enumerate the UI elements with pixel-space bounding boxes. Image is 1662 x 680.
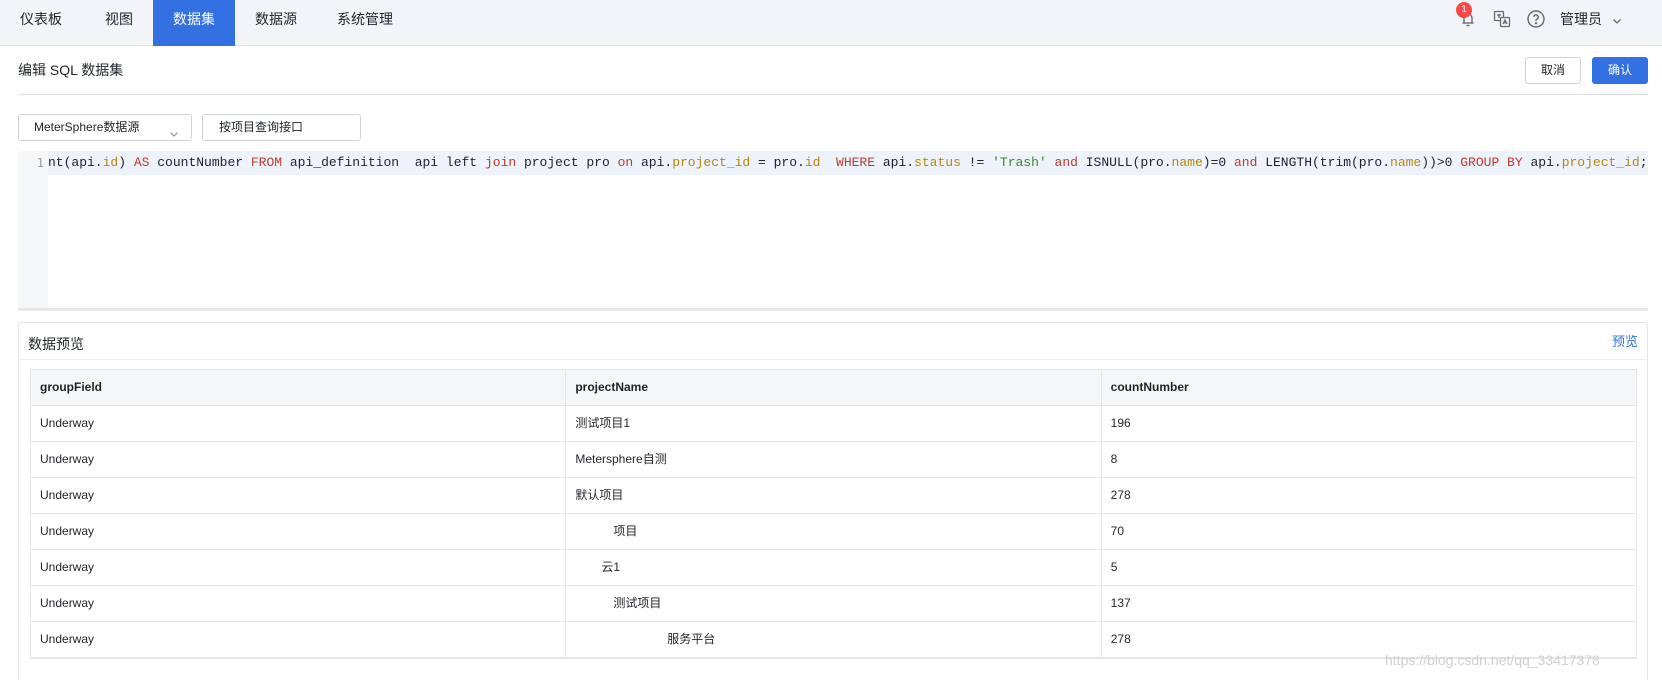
preview-button[interactable]: 预览 <box>1612 331 1638 350</box>
code-token: name <box>1390 155 1422 170</box>
data-preview-panel: 数据预览 预览 groupField projectName countNumb… <box>18 322 1648 680</box>
code-token: and <box>1233 155 1258 170</box>
datasource-select-value: MeterSphere数据源 <box>34 120 140 134</box>
watermark: https://blog.csdn.net/qq_33417378 <box>1385 652 1600 668</box>
table-row: Underway 默认项目 278 <box>31 478 1636 514</box>
code-token: project_id <box>672 155 751 170</box>
code-token: and <box>1054 155 1078 170</box>
table-cell: Underway <box>31 478 567 513</box>
code-token: AS <box>133 155 150 170</box>
table-cell: 137 <box>1110 596 1131 610</box>
table-cell: Underway <box>31 442 567 477</box>
code-token: countNumber <box>149 155 251 170</box>
code-token: join <box>484 155 517 170</box>
code-token: id <box>102 155 119 170</box>
table-row: Underway 测试项目 137 <box>31 586 1636 622</box>
code-token: left <box>445 155 485 170</box>
table-cell: 8 <box>1110 452 1118 466</box>
code-token: LENGTH(trim(pro. <box>1257 155 1391 170</box>
code-token: WHERE <box>836 155 876 170</box>
table-cell: Underway <box>31 586 567 621</box>
nav-tab-view[interactable]: 视图 <box>82 0 156 46</box>
code-token: GROUP BY <box>1460 155 1523 170</box>
table-cell: 服务平台 <box>566 622 1102 657</box>
column-header[interactable]: projectName <box>566 370 1102 405</box>
preview-title: 数据预览 <box>28 336 84 352</box>
column-header[interactable]: countNumber <box>1102 370 1636 405</box>
code-token: api. <box>1522 155 1562 170</box>
code-token: ) <box>118 155 134 170</box>
confirm-button[interactable]: 确认 <box>1592 57 1648 84</box>
table-cell: 默认项目 <box>566 478 1102 513</box>
preview-divider <box>19 359 1647 360</box>
table-cell: Underway <box>31 550 567 585</box>
table-row: Underway 测试项目1 196 <box>31 406 1636 442</box>
code-token: ; <box>1639 155 1648 170</box>
nav-tab-dashboard[interactable]: 仪表板 <box>0 0 82 46</box>
table-cell: Metersphere自测 <box>566 442 1102 477</box>
cancel-button[interactable]: 取消 <box>1525 57 1581 84</box>
preview-table: groupField projectName countNumber Under… <box>30 369 1637 659</box>
table-header-row: groupField projectName countNumber <box>31 370 1636 406</box>
table-cell: 196 <box>1110 416 1131 430</box>
table-row: Underway Metersphere自测 8 <box>31 442 1636 478</box>
table-cell: 项目 <box>566 514 1102 549</box>
table-cell: 5 <box>1110 560 1118 574</box>
user-menu[interactable]: 管理员 <box>1560 0 1602 38</box>
code-token: project pro <box>516 155 618 170</box>
table-cell: 278 <box>1110 488 1131 502</box>
table-cell: 测试项目 <box>566 586 1102 621</box>
table-cell: 测试项目1 <box>566 406 1102 441</box>
code-token: api_definition api <box>282 155 446 170</box>
code-token: on <box>617 155 634 170</box>
table-cell-text: 服务平台 <box>667 632 716 646</box>
nav-tab-dataset[interactable]: 数据集 <box>153 0 235 46</box>
table-cell: 70 <box>1110 524 1125 538</box>
translate-icon[interactable] <box>1492 9 1512 29</box>
table-cell-text: 云1 <box>601 560 621 574</box>
nav-tab-datasource[interactable]: 数据源 <box>235 0 317 46</box>
code-token: name <box>1171 155 1203 170</box>
code-token: api. <box>875 155 915 170</box>
code-token: = pro. <box>750 155 805 170</box>
table-cell-text: 测试项目 <box>613 596 662 610</box>
table-cell-text: 项目 <box>613 524 638 538</box>
code-line[interactable]: nt(api.id) AS countNumber FROM api_defin… <box>48 151 1648 175</box>
header-divider <box>18 94 1648 95</box>
table-cell: Underway <box>31 514 567 549</box>
table-row: Underway 云1 5 <box>31 550 1636 586</box>
code-token: ))>0 <box>1421 155 1461 170</box>
sql-editor[interactable]: 1 nt(api.id) AS countNumber FROM api_def… <box>18 151 1648 311</box>
datasource-select[interactable]: MeterSphere数据源 <box>18 114 192 141</box>
code-token: 'Trash' <box>992 155 1047 170</box>
chevron-down-icon <box>169 123 179 137</box>
code-token: != <box>960 155 993 170</box>
chevron-down-icon[interactable] <box>1612 14 1622 24</box>
table-cell: Underway <box>31 622 567 657</box>
code-token: FROM <box>250 155 283 170</box>
table-row: Underway 项目 70 <box>31 514 1636 550</box>
nav-tab-system[interactable]: 系统管理 <box>317 0 413 46</box>
code-token: id <box>804 155 821 170</box>
page-title: 编辑 SQL 数据集 <box>18 62 124 78</box>
help-icon[interactable] <box>1526 9 1546 29</box>
code-token: api. <box>633 155 673 170</box>
top-nav: 仪表板 视图 数据集 数据源 系统管理 1 管理员 <box>0 0 1662 46</box>
code-token: )=0 <box>1202 155 1234 170</box>
dataset-name-input[interactable]: 按项目查询接口 <box>202 114 361 141</box>
code-token: ISNULL(pro. <box>1077 155 1172 170</box>
table-cell: Underway <box>31 406 567 441</box>
table-cell: 云1 <box>566 550 1102 585</box>
code-token: project_id <box>1561 155 1640 170</box>
line-number: 1 <box>36 156 44 170</box>
notification-badge: 1 <box>1456 2 1472 18</box>
column-header[interactable]: groupField <box>31 370 567 405</box>
editor-gutter: 1 <box>18 151 48 308</box>
code-token: nt(api. <box>48 155 103 170</box>
code-token: status <box>914 155 961 170</box>
